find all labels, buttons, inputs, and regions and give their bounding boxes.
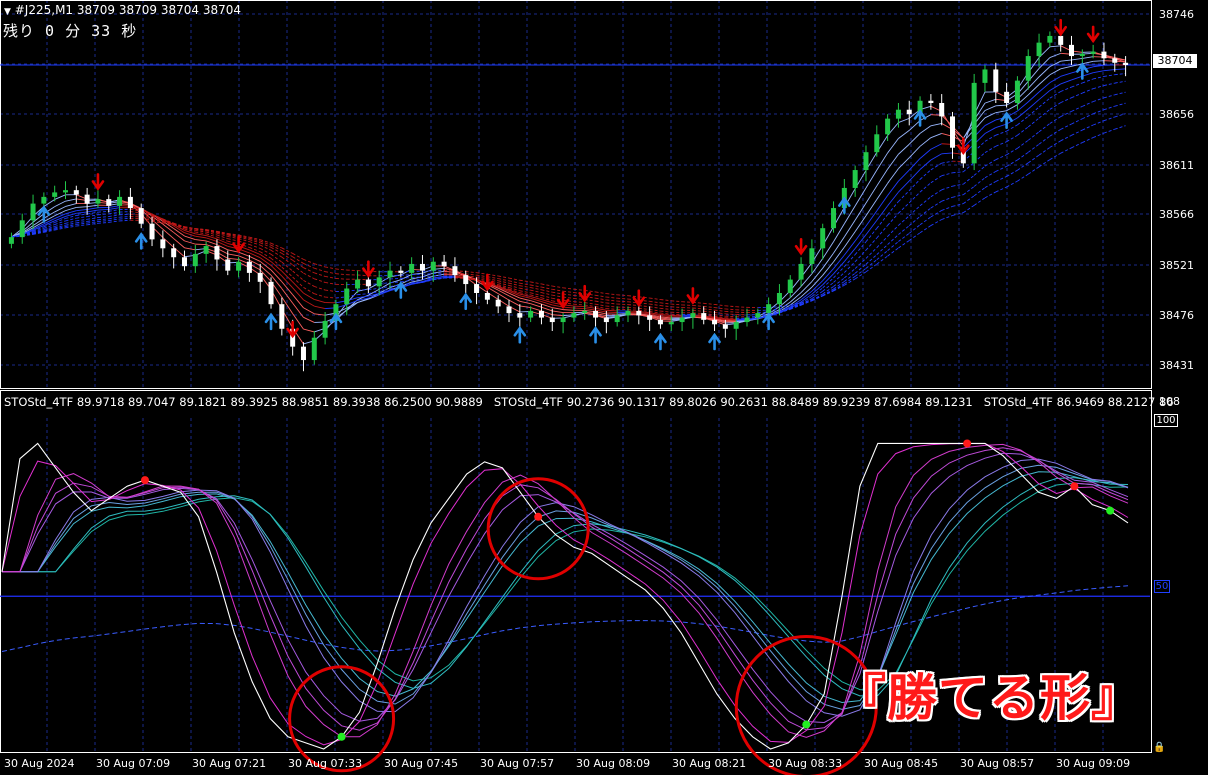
price-tick: 38566 — [1159, 208, 1194, 221]
price-tick: 38746 — [1159, 8, 1194, 21]
indicator-values-1: STOStd_4TF 89.9718 89.7047 89.1821 89.39… — [4, 395, 483, 409]
indicator-max-tick: 108 — [1159, 395, 1180, 408]
time-tick: 30 Aug 2024 — [4, 757, 75, 770]
time-tick: 30 Aug 07:33 — [288, 757, 363, 770]
time-tick: 30 Aug 09:09 — [1056, 757, 1131, 770]
time-tick: 30 Aug 08:45 — [864, 757, 939, 770]
time-tick: 30 Aug 08:21 — [672, 757, 747, 770]
price-tick: 38611 — [1159, 159, 1194, 172]
price-chart-panel[interactable] — [0, 0, 1152, 388]
indicator-values-2: STOStd_4TF 90.2736 90.1317 89.8026 90.26… — [493, 395, 973, 409]
time-tick: 30 Aug 07:57 — [480, 757, 555, 770]
time-tick: 30 Aug 08:09 — [576, 757, 651, 770]
indicator-values-3: STOStd_4TF 86.9469 88.2127 86 — [983, 395, 1174, 409]
price-tick: 38656 — [1159, 108, 1194, 121]
level-100-label: 100 — [1154, 414, 1178, 427]
symbol-ohlc: #J225,M1 38709 38709 38704 38704 — [14, 3, 242, 17]
current-price-label: 38704 — [1153, 54, 1197, 68]
level-50-label: 50 — [1154, 580, 1170, 593]
price-tick: 38476 — [1159, 309, 1194, 322]
winning-pattern-banner: 『勝てる形』 — [836, 669, 1142, 727]
time-tick: 30 Aug 07:45 — [384, 757, 459, 770]
bar-countdown-timer: 残り 0 分 33 秒 — [3, 22, 138, 40]
dropdown-triangle-icon[interactable]: ▼ — [4, 7, 11, 17]
time-tick: 30 Aug 08:57 — [960, 757, 1035, 770]
indicator-header: STOStd_4TF 89.9718 89.7047 89.1821 89.39… — [4, 395, 1174, 409]
time-tick: 30 Aug 08:33 — [768, 757, 843, 770]
price-tick: 38431 — [1159, 359, 1194, 372]
time-tick: 30 Aug 07:09 — [96, 757, 171, 770]
time-tick: 30 Aug 07:21 — [192, 757, 267, 770]
lock-icon[interactable]: 🔒 — [1153, 742, 1165, 753]
symbol-header: ▼ #J225,M1 38709 38709 38704 38704 — [4, 3, 241, 17]
price-tick: 38521 — [1159, 259, 1194, 272]
